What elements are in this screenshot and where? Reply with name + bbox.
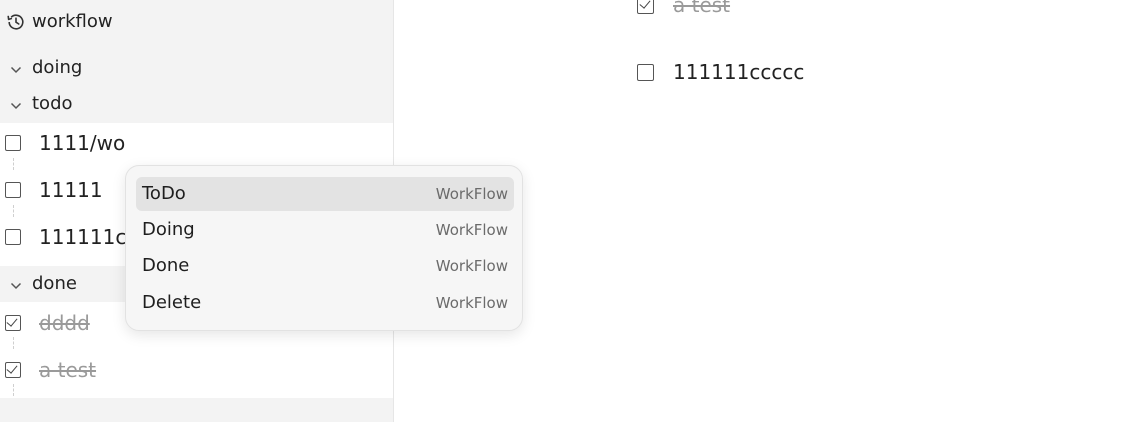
list-item[interactable]: a test — [0, 349, 393, 395]
menu-item-hint: WorkFlow — [435, 221, 508, 239]
task-text: dddd — [39, 311, 90, 335]
sidebar-title: workflow — [32, 11, 113, 32]
task-text: 11111 — [39, 178, 103, 202]
group-header-doing[interactable]: doing — [0, 51, 393, 85]
sidebar-header: workflow — [0, 0, 393, 44]
menu-item-label: Doing — [142, 219, 195, 240]
chevron-down-icon — [9, 278, 23, 292]
group-label: doing — [32, 57, 83, 78]
checkbox[interactable] — [5, 229, 21, 245]
checkbox-checked[interactable] — [637, 0, 654, 14]
task-text: a test — [39, 358, 97, 382]
history-icon[interactable] — [6, 12, 26, 32]
menu-item-hint: WorkFlow — [435, 294, 508, 312]
menu-item-doing[interactable]: Doing WorkFlow — [136, 213, 514, 247]
chevron-down-icon — [9, 62, 23, 76]
checkbox-checked[interactable] — [5, 315, 21, 331]
group-label: todo — [32, 93, 73, 114]
context-menu: ToDo WorkFlow Doing WorkFlow Done WorkFl… — [125, 165, 523, 331]
task-text: 111111ccccc — [673, 60, 805, 84]
menu-item-done[interactable]: Done WorkFlow — [136, 249, 514, 283]
task-text: a test — [673, 0, 731, 17]
group-header-todo[interactable]: todo — [0, 87, 393, 121]
menu-item-label: ToDo — [142, 183, 186, 204]
menu-item-label: Done — [142, 255, 190, 276]
task-text: 1111/wo — [39, 131, 126, 155]
menu-item-hint: WorkFlow — [435, 185, 508, 203]
group-label: done — [32, 273, 77, 294]
list-item[interactable]: 1111/wo — [0, 122, 393, 168]
checkbox[interactable] — [5, 182, 21, 198]
menu-item-label: Delete — [142, 292, 202, 313]
checkbox[interactable] — [5, 135, 21, 151]
task-text: 111111c — [39, 225, 127, 249]
checkbox[interactable] — [637, 64, 654, 81]
checkbox-checked[interactable] — [5, 362, 21, 378]
menu-item-delete[interactable]: Delete WorkFlow — [136, 286, 514, 320]
menu-item-hint: WorkFlow — [435, 257, 508, 275]
menu-item-todo[interactable]: ToDo WorkFlow — [136, 177, 514, 211]
chevron-down-icon — [9, 98, 23, 112]
